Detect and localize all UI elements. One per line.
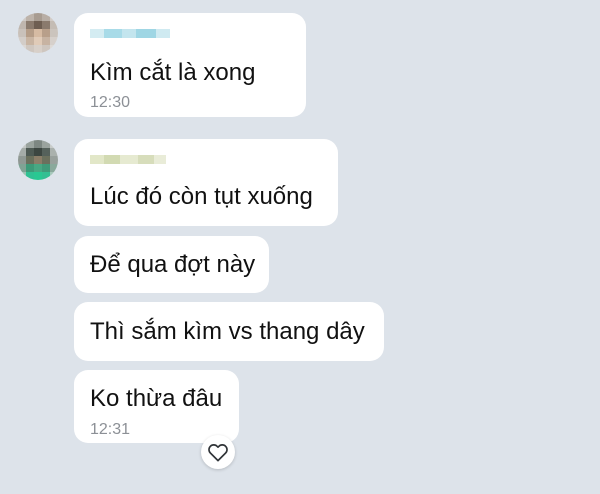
message-bubble[interactable]: Thì sắm kìm vs thang dây	[74, 302, 384, 361]
message-bubble[interactable]: Ko thừa đâu 12:31	[74, 370, 239, 443]
message-text: Ko thừa đâu	[90, 385, 223, 412]
message-time: 12:31	[90, 421, 131, 438]
message-bubble[interactable]: Để qua đợt này	[74, 236, 269, 293]
message-text: Lúc đó còn tụt xuống	[90, 183, 313, 210]
message-bubble[interactable]: Lúc đó còn tụt xuống	[74, 139, 338, 226]
avatar[interactable]	[18, 13, 58, 53]
reaction-button[interactable]	[201, 435, 235, 469]
message-text: Để qua đợt này	[90, 251, 256, 278]
message-time: 12:30	[90, 94, 131, 111]
avatar[interactable]	[18, 140, 58, 180]
message-bubble[interactable]: Kìm cắt là xong 12:30	[74, 13, 306, 117]
message-text: Thì sắm kìm vs thang dây	[90, 318, 365, 345]
heart-icon	[207, 442, 229, 462]
message-text: Kìm cắt là xong	[90, 59, 256, 86]
